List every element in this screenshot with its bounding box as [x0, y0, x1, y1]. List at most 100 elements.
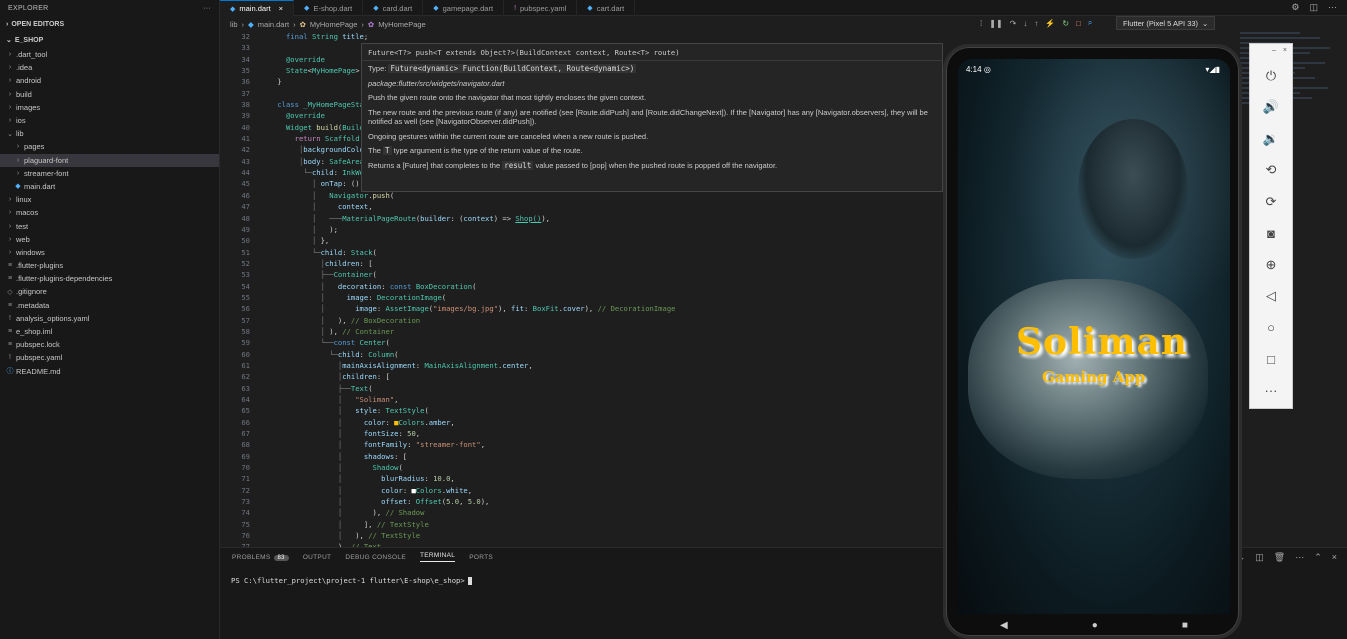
- restart-icon[interactable]: ↻: [1062, 19, 1069, 28]
- inspector-icon[interactable]: ⌕: [1088, 18, 1092, 28]
- explorer-header: EXPLORER ···: [0, 0, 219, 16]
- tree-item[interactable]: › windows: [0, 246, 219, 259]
- tree-item[interactable]: › linux: [0, 193, 219, 206]
- trash-icon[interactable]: 🗑: [1274, 552, 1285, 563]
- tree-item[interactable]: ! analysis_options.yaml: [0, 312, 219, 325]
- tab-card-dart[interactable]: ◆ card.dart: [363, 0, 424, 16]
- step-into-icon[interactable]: ↓: [1023, 19, 1027, 28]
- tab-pubspec-yaml[interactable]: ! pubspec.yaml: [504, 0, 578, 16]
- step-out-icon[interactable]: ↑: [1034, 19, 1038, 28]
- tree-item[interactable]: › android: [0, 74, 219, 87]
- tree-item[interactable]: › build: [0, 88, 219, 101]
- device-selector[interactable]: Flutter (Pixel 5 API 33) ⌄: [1116, 16, 1216, 30]
- minimize-icon[interactable]: –: [1272, 47, 1276, 57]
- back-icon[interactable]: ◀: [1000, 620, 1008, 631]
- open-editors-section[interactable]: › OPEN EDITORS: [0, 16, 219, 32]
- more-icon[interactable]: ⋯: [1328, 2, 1337, 13]
- tree-item[interactable]: › plaguard-font: [0, 153, 219, 167]
- type-label: Type:: [368, 64, 387, 73]
- tab-e-shop-dart[interactable]: ◆ E-shop.dart: [294, 0, 364, 16]
- close-icon[interactable]: ×: [279, 4, 283, 13]
- chevron-icon: ›: [16, 169, 20, 177]
- tree-item[interactable]: ≡ .metadata: [0, 299, 219, 312]
- tree-item[interactable]: ≡ e_shop.iml: [0, 325, 219, 338]
- editor-actions: ⚙ ◫ ⋯: [1291, 0, 1347, 15]
- more-actions-icon[interactable]: ···: [203, 5, 211, 12]
- close-icon[interactable]: ×: [1332, 552, 1337, 563]
- tree-item[interactable]: › test: [0, 219, 219, 232]
- volume-up-icon[interactable]: 🔊: [1250, 92, 1292, 124]
- pause-icon[interactable]: ❚❚: [989, 19, 1002, 28]
- tree-item-label: .flutter-plugins: [16, 261, 64, 271]
- power-icon[interactable]: ⏻: [1250, 60, 1292, 92]
- dart-file-icon: ◆: [373, 5, 379, 12]
- tree-item-label: main.dart: [24, 181, 56, 191]
- recents-icon[interactable]: ■: [1182, 620, 1188, 631]
- run-menu-icon[interactable]: ⚙: [1291, 2, 1299, 13]
- tree-item-label: .dart_tool: [16, 50, 48, 60]
- tab-terminal[interactable]: TERMINAL: [419, 552, 456, 562]
- tree-item[interactable]: ≡ pubspec.lock: [0, 338, 219, 351]
- home-icon[interactable]: ○: [1250, 312, 1292, 344]
- tree-item[interactable]: › ios: [0, 114, 219, 127]
- more-icon[interactable]: ⋯: [1295, 552, 1304, 563]
- tree-item[interactable]: › .idea: [0, 61, 219, 74]
- tree-item-label: README.md: [16, 366, 61, 376]
- project-section[interactable]: ⌄ E_SHOP: [0, 32, 219, 48]
- tree-item[interactable]: ◆ main.dart: [0, 180, 219, 193]
- tree-item-label: lib: [16, 129, 24, 139]
- app-subtitle: Gaming App: [1042, 368, 1146, 386]
- maximize-panel-icon[interactable]: ⌃: [1314, 552, 1322, 563]
- rotate-left-icon[interactable]: ⟲: [1250, 155, 1292, 187]
- tab-output[interactable]: OUTPUT: [303, 554, 332, 561]
- drag-handle-icon[interactable]: ⁞: [980, 19, 982, 28]
- tree-item[interactable]: › streamer-font: [0, 167, 219, 180]
- file-icon: ⓘ: [6, 368, 14, 376]
- tree-item-label: e_shop.iml: [16, 327, 53, 337]
- close-icon[interactable]: ×: [1283, 47, 1287, 57]
- tree-item[interactable]: › .dart_tool: [0, 48, 219, 61]
- tree-item[interactable]: › macos: [0, 206, 219, 219]
- tab-cart-dart[interactable]: ◆ cart.dart: [577, 0, 636, 16]
- tree-item[interactable]: › web: [0, 233, 219, 246]
- tab-label: E-shop.dart: [313, 3, 353, 13]
- breadcrumb-item[interactable]: lib: [230, 20, 238, 29]
- hot-reload-icon[interactable]: ⚡: [1045, 19, 1055, 28]
- tab-ports[interactable]: PORTS: [469, 554, 493, 561]
- tree-item[interactable]: ⓘ README.md: [0, 365, 219, 378]
- volume-down-icon[interactable]: 🔉: [1250, 123, 1292, 155]
- breadcrumb-item[interactable]: MyHomePage: [310, 20, 358, 29]
- file-icon: ◇: [7, 288, 13, 296]
- app-screen[interactable]: 4:14 ◎ ▾◢▮ Soliman Gaming App: [958, 59, 1230, 614]
- breadcrumb-item[interactable]: main.dart: [258, 20, 289, 29]
- tree-item[interactable]: ◇ .gitignore: [0, 285, 219, 298]
- split-editor-icon[interactable]: ◫: [1309, 2, 1318, 13]
- step-over-icon[interactable]: ↷: [1010, 19, 1017, 28]
- tree-item-label: .metadata: [16, 300, 50, 310]
- tree-item[interactable]: ≡ .flutter-plugins: [0, 259, 219, 272]
- tree-item[interactable]: › pages: [0, 140, 219, 153]
- tree-item[interactable]: ≡ .flutter-plugins-dependencies: [0, 272, 219, 285]
- tree-item[interactable]: ⌄ lib: [0, 127, 219, 140]
- tab-gamepage-dart[interactable]: ◆ gamepage.dart: [423, 0, 505, 16]
- split-terminal-icon[interactable]: ◫: [1255, 552, 1264, 563]
- tab-problems[interactable]: PROBLEMS 83: [232, 554, 289, 561]
- class-icon: ✿: [299, 19, 306, 29]
- breadcrumb-item[interactable]: MyHomePage: [378, 20, 426, 29]
- overview-icon[interactable]: □: [1250, 344, 1292, 376]
- camera-icon[interactable]: ◙: [1250, 218, 1292, 250]
- rotate-right-icon[interactable]: ⟳: [1250, 186, 1292, 218]
- back-icon[interactable]: ◁: [1250, 281, 1292, 313]
- hover-signature: Future<T?> push<T extends Object?>(Build…: [362, 44, 942, 61]
- tab-debug-console[interactable]: DEBUG CONSOLE: [345, 554, 406, 561]
- zoom-icon[interactable]: ⊕: [1250, 249, 1292, 281]
- stop-icon[interactable]: □: [1076, 19, 1081, 28]
- more-icon[interactable]: ···: [1250, 375, 1292, 407]
- tab-main-dart[interactable]: ◆ main.dart ×: [220, 0, 295, 16]
- home-icon[interactable]: ●: [1092, 620, 1098, 631]
- chevron-icon: ›: [8, 248, 12, 256]
- tree-item[interactable]: › images: [0, 101, 219, 114]
- file-icon: !: [9, 354, 11, 362]
- tree-item[interactable]: ! pubspec.yaml: [0, 351, 219, 364]
- notification-icon: ◎: [983, 64, 991, 74]
